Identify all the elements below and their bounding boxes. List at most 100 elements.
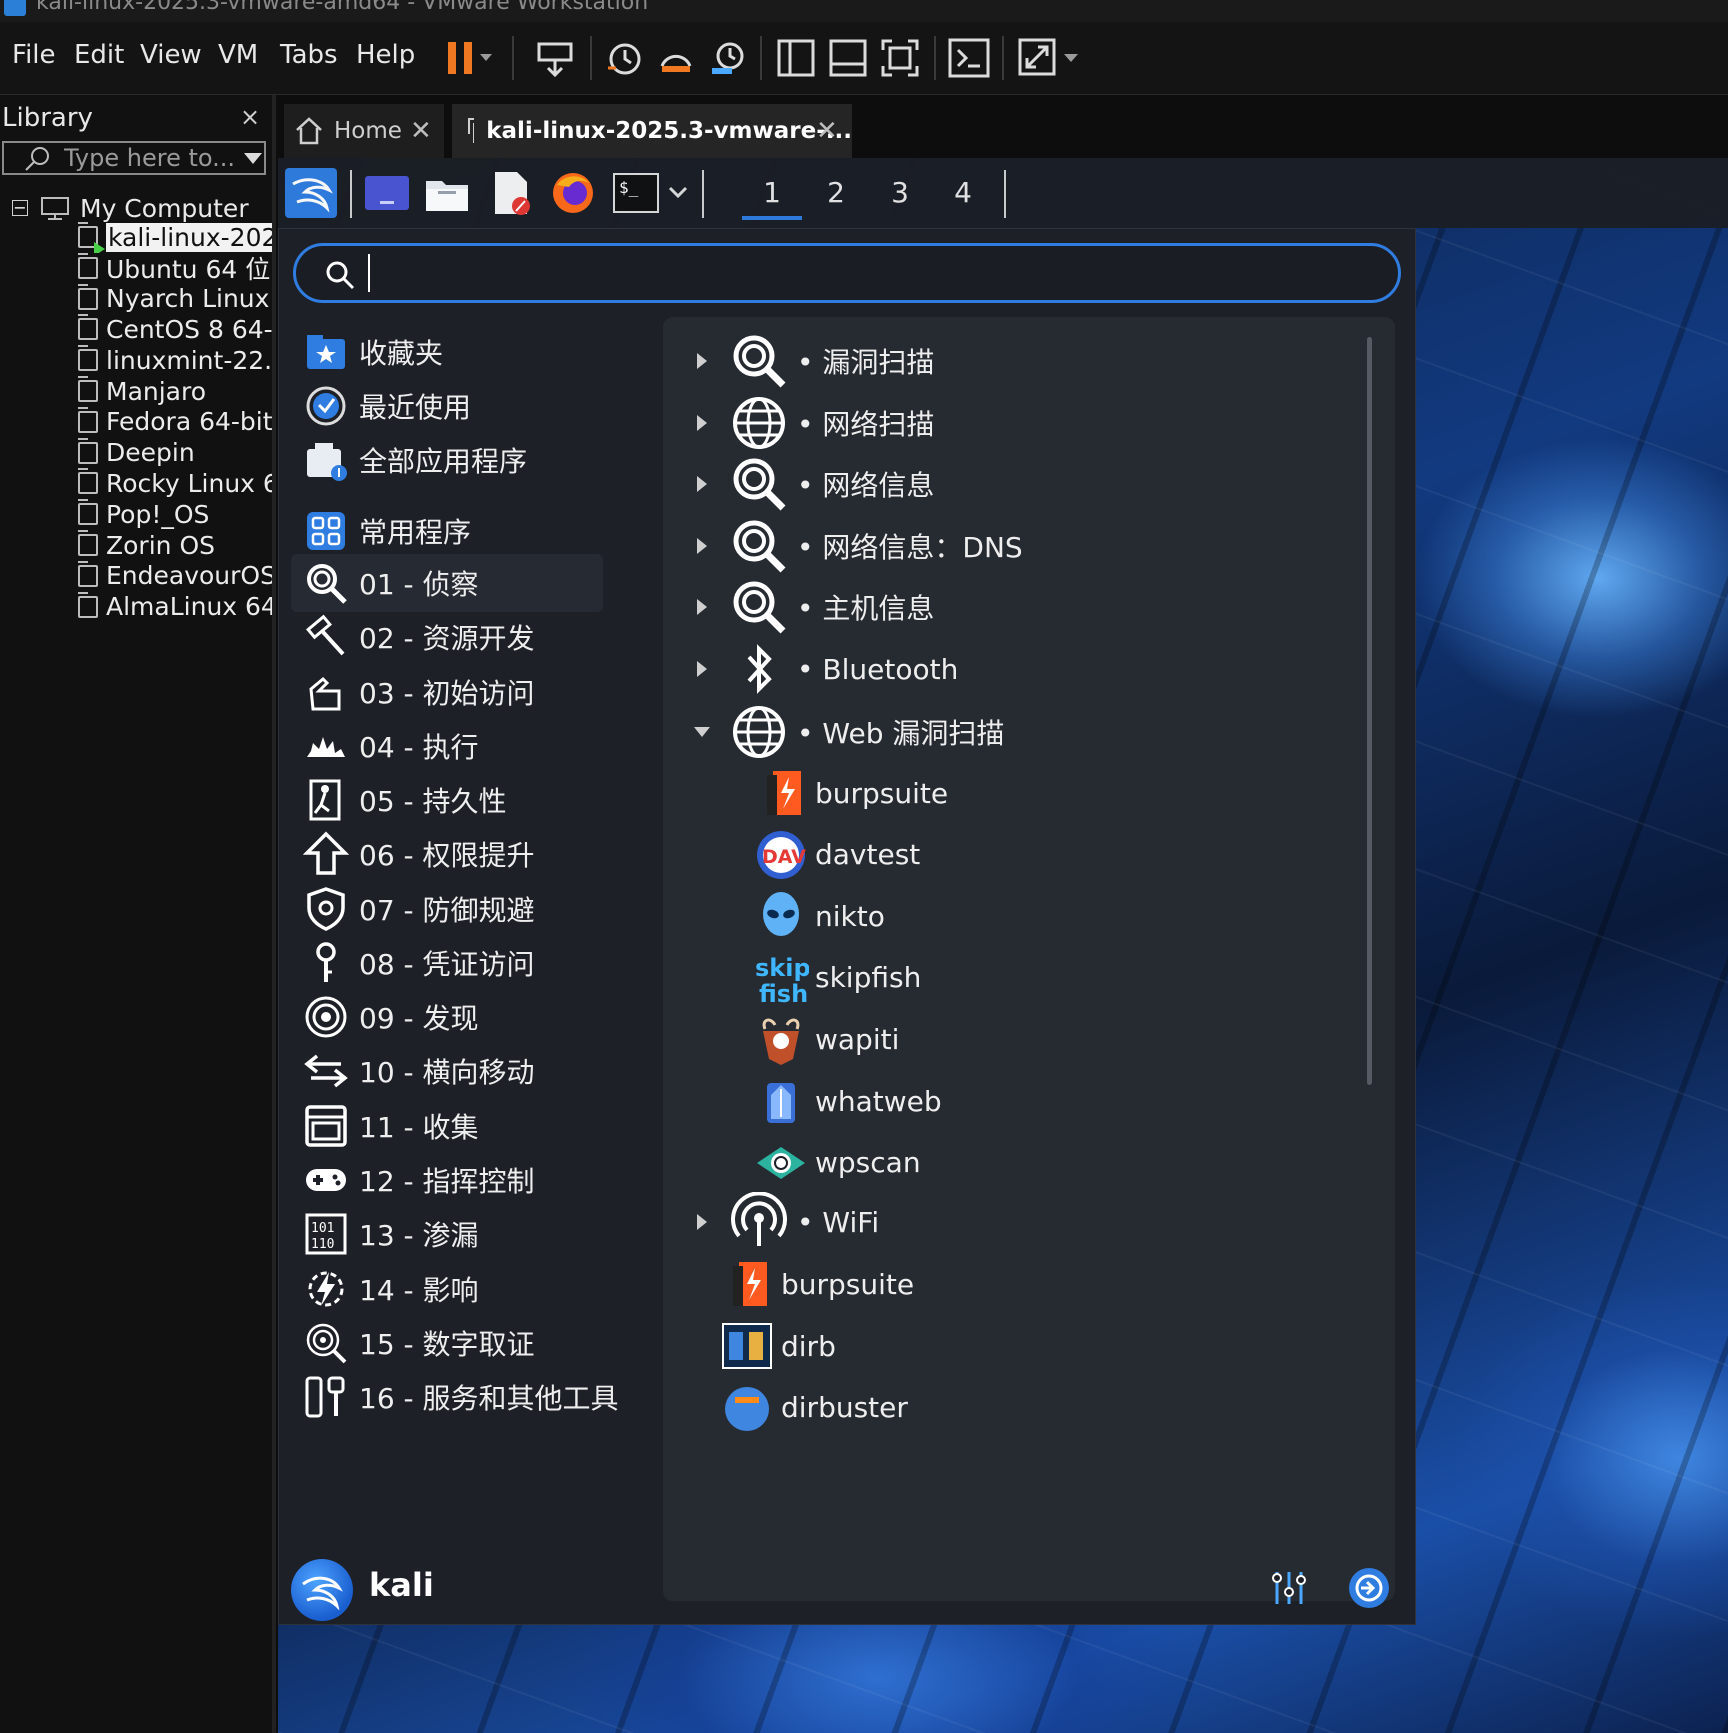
- menu-file[interactable]: File: [12, 40, 56, 70]
- app-wapiti[interactable]: wapiti: [753, 1008, 899, 1070]
- app-dirb[interactable]: dirb: [719, 1315, 836, 1377]
- settings-button[interactable]: [1269, 1568, 1309, 1612]
- menu-search-input[interactable]: [368, 254, 1370, 292]
- group-network-info-dns[interactable]: • 网络信息：DNS: [663, 514, 1023, 578]
- category-common-apps[interactable]: 常用程序: [291, 502, 603, 560]
- pause-button[interactable]: [444, 36, 494, 80]
- file-manager-button[interactable]: [422, 168, 472, 218]
- send-ctrl-alt-del-button[interactable]: [532, 36, 578, 80]
- app-burpsuite[interactable]: burpsuite: [719, 1253, 914, 1315]
- group-network-scan[interactable]: • 网络扫描: [663, 391, 934, 455]
- category-all-apps[interactable]: 全部应用程序: [291, 431, 603, 489]
- category-defense-evasion[interactable]: 07 - 防御规避: [291, 880, 603, 938]
- workspace-4[interactable]: 4: [933, 166, 993, 220]
- category-discovery[interactable]: 09 - 发现: [291, 988, 603, 1046]
- tab-kali-vm-close-button[interactable]: ✕: [816, 116, 838, 146]
- app-dirbuster[interactable]: dirbuster: [719, 1376, 908, 1438]
- text-editor-button[interactable]: [486, 168, 536, 218]
- app-wpscan[interactable]: wpscan: [753, 1132, 921, 1194]
- vm-item[interactable]: Manjaro: [78, 375, 272, 407]
- menu-edit[interactable]: Edit: [74, 40, 124, 70]
- thumbnail-bar-button[interactable]: [828, 36, 868, 80]
- vm-item[interactable]: Ubuntu 64 位: [78, 252, 272, 284]
- category-execution[interactable]: 04 - 执行: [291, 717, 603, 775]
- vm-item[interactable]: EndeavourOS: [78, 560, 272, 592]
- app-burpsuite[interactable]: burpsuite: [753, 762, 948, 824]
- applications-scrollbar[interactable]: [1367, 337, 1372, 1085]
- search-dropdown-icon[interactable]: [244, 153, 262, 164]
- revert-snapshot-button[interactable]: [656, 36, 696, 80]
- library-close-button[interactable]: ×: [240, 103, 260, 131]
- stretch-guest-button[interactable]: [1018, 36, 1082, 80]
- vm-item[interactable]: Rocky Linux 64: [78, 467, 272, 499]
- category-credential-access[interactable]: 08 - 凭证访问: [291, 934, 603, 992]
- tab-home[interactable]: Home ✕: [284, 104, 444, 158]
- expand-right-icon[interactable]: [687, 413, 717, 433]
- group-web-vuln-scan[interactable]: • Web 漏洞扫描: [663, 700, 1004, 764]
- expand-right-icon[interactable]: [687, 597, 717, 617]
- category-lateral-movement[interactable]: 10 - 横向移动: [291, 1042, 603, 1100]
- category-initial-access[interactable]: 03 - 初始访问: [291, 663, 603, 721]
- expand-down-icon[interactable]: [687, 725, 717, 739]
- expand-right-icon[interactable]: [687, 659, 717, 679]
- logout-button[interactable]: [1347, 1566, 1391, 1610]
- tab-home-close-button[interactable]: ✕: [410, 116, 432, 146]
- vm-item[interactable]: Nyarch Linux: [78, 283, 272, 315]
- category-privilege-escalation[interactable]: 06 - 权限提升: [291, 825, 603, 883]
- category-forensics[interactable]: 15 - 数字取证: [291, 1314, 603, 1372]
- category-command-control[interactable]: 12 - 指挥控制: [291, 1151, 603, 1209]
- group-bluetooth[interactable]: • Bluetooth: [663, 637, 958, 701]
- full-screen-button[interactable]: [880, 36, 920, 80]
- console-view-button[interactable]: [948, 36, 990, 80]
- workspace-1[interactable]: 1: [742, 166, 802, 220]
- app-nikto[interactable]: nikto: [753, 885, 885, 947]
- vm-item[interactable]: Pop!_OS: [78, 498, 272, 530]
- snapshot-manager-button[interactable]: [708, 36, 748, 80]
- guest-screen[interactable]: $_ 1 2 3 4 收藏夹 最近使用 全部应用程序 常用程序 01 - 侦察 02 - …: [278, 158, 1728, 1733]
- group-network-info[interactable]: • 网络信息: [663, 452, 934, 516]
- category-recon[interactable]: 01 - 侦察: [291, 554, 603, 612]
- tree-root-my-computer[interactable]: − My Computer: [12, 191, 249, 225]
- expand-right-icon[interactable]: [687, 474, 717, 494]
- vm-item[interactable]: Fedora 64-bit: [78, 406, 272, 438]
- menu-help[interactable]: Help: [356, 40, 415, 70]
- menu-tabs[interactable]: Tabs: [280, 40, 338, 70]
- expand-right-icon[interactable]: [687, 351, 717, 371]
- category-persistence[interactable]: 05 - 持久性: [291, 771, 603, 829]
- app-skipfish[interactable]: skip fish skipfish: [753, 947, 921, 1009]
- show-library-button[interactable]: [776, 36, 816, 80]
- group-wifi[interactable]: • WiFi: [663, 1190, 879, 1254]
- snapshot-button[interactable]: [604, 36, 644, 80]
- terminal-button[interactable]: $_: [608, 168, 664, 218]
- expand-right-icon[interactable]: [687, 536, 717, 556]
- vm-item[interactable]: kali-linux-2025.3-vmware-amd64: [78, 221, 272, 253]
- terminal-dropdown-button[interactable]: [664, 168, 692, 218]
- firefox-button[interactable]: [548, 168, 598, 218]
- group-vuln-scan[interactable]: • 漏洞扫描: [663, 329, 934, 393]
- collapse-icon[interactable]: −: [12, 200, 28, 216]
- vm-item[interactable]: Zorin OS: [78, 529, 272, 561]
- menu-view[interactable]: View: [140, 40, 202, 70]
- user-avatar[interactable]: [291, 1559, 353, 1621]
- vm-item[interactable]: CentOS 8 64-bit: [78, 313, 272, 345]
- vm-item[interactable]: Deepin: [78, 437, 272, 469]
- category-services-tools[interactable]: 16 - 服务和其他工具: [291, 1368, 619, 1426]
- workspace-3[interactable]: 3: [870, 166, 930, 220]
- expand-right-icon[interactable]: [687, 1212, 717, 1232]
- category-resource-dev[interactable]: 02 - 资源开发: [291, 608, 603, 666]
- category-impact[interactable]: 14 - 影响: [291, 1260, 603, 1318]
- library-search-input[interactable]: [64, 143, 234, 173]
- tab-kali-vm[interactable]: kali-linux-2025.3-vmware-... ✕: [452, 104, 852, 158]
- app-davtest[interactable]: DAV davtest: [753, 824, 920, 886]
- vm-item[interactable]: linuxmint-22.1: [78, 344, 272, 376]
- category-collection[interactable]: 11 - 收集: [291, 1097, 603, 1155]
- vm-item[interactable]: AlmaLinux 64: [78, 591, 272, 623]
- category-exfiltration[interactable]: 101 110 13 - 渗漏: [291, 1205, 603, 1263]
- menu-vm[interactable]: VM: [218, 40, 258, 70]
- kali-menu-button[interactable]: [284, 168, 338, 218]
- category-favorites[interactable]: 收藏夹: [291, 323, 603, 381]
- app-whatweb[interactable]: whatweb: [753, 1070, 942, 1132]
- category-recent[interactable]: 最近使用: [291, 377, 603, 435]
- show-desktop-button[interactable]: [362, 168, 412, 218]
- group-host-info[interactable]: • 主机信息: [663, 575, 934, 639]
